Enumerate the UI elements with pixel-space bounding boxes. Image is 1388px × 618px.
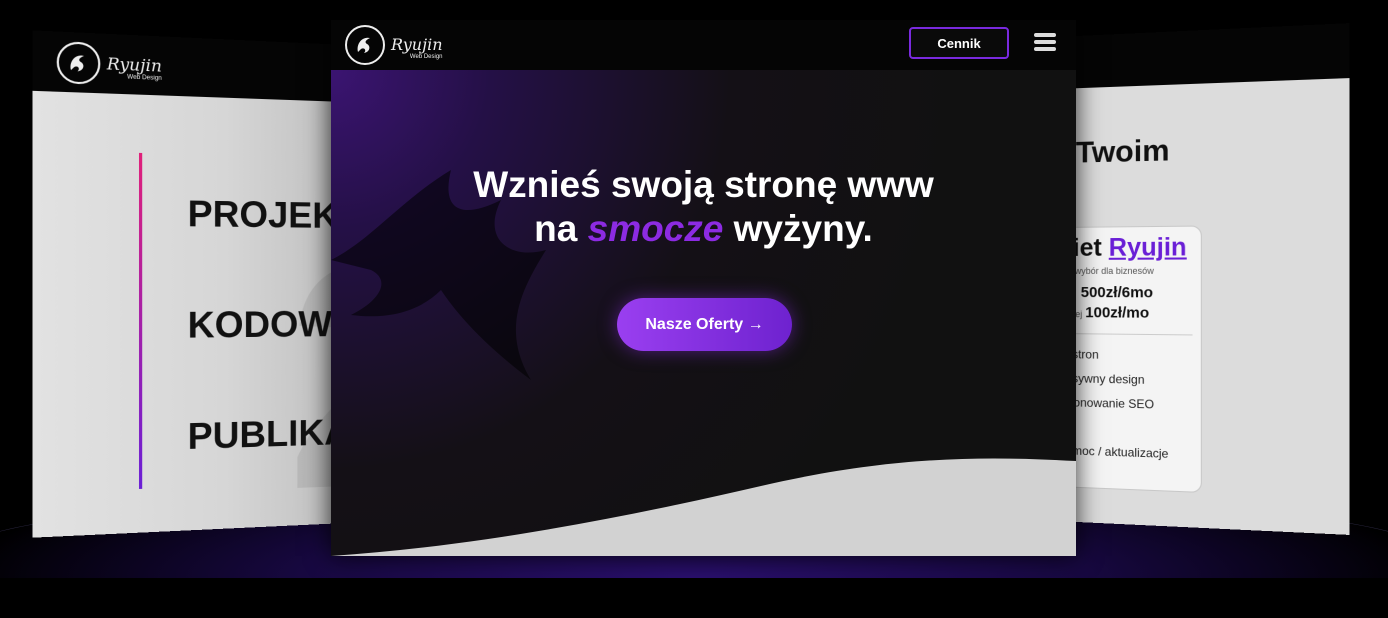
offer-price-first: 500zł/6mo [1080,284,1154,302]
section-heading: Twoim [1075,133,1170,170]
step-project: PROJEK [187,192,339,236]
arrow-right-icon: → [747,315,764,333]
left-mockup: Ryujin Web Design 2 PROJEK KODOW PUBLIKA [32,30,346,538]
step-code: KODOW [187,303,333,346]
dragon-logo-icon [345,25,385,65]
logo-name: Ryujin [391,35,443,54]
headline-line2: na smocze wyżyny. [534,208,873,249]
pricing-button[interactable]: Cennik [909,27,1009,59]
timeline-line [139,152,143,489]
offer-divider [1058,333,1193,336]
dragon-logo-icon [56,40,101,85]
center-mockup: Wznieś swoją stronę www na smocze wyżyny… [331,20,1076,556]
hamburger-menu-icon[interactable] [1034,33,1056,51]
offer-brand-link[interactable]: Ryujin [1109,233,1187,262]
step-publish: PUBLIKA [187,410,346,458]
center-header: Ryujin Web Design Cennik [331,20,1076,70]
hero-section: Wznieś swoją stronę www na smocze wyżyny… [331,70,1076,556]
offer-title: kiet Ryujin [1058,232,1187,262]
right-mockup: Twoim kiet Ryujin szy wybór dla biznesów… [1056,23,1350,535]
offers-button[interactable]: Nasze Oferty → [617,298,792,351]
left-header: Ryujin Web Design [32,30,346,102]
left-logo[interactable]: Ryujin Web Design [56,40,162,87]
hero-headline: Wznieś swoją stronę www na smocze wyżyny… [331,163,1076,251]
headline-accent: smocze [587,208,724,249]
logo-tagline: Web Design [409,54,443,60]
center-logo[interactable]: Ryujin Web Design [345,25,443,65]
logo-name: Ryujin [106,53,162,76]
headline-line1: Wznieś swoją stronę www [473,164,934,205]
logo-tagline: Web Design [127,74,162,82]
wave-divider [331,458,1076,556]
right-header [1056,23,1350,89]
offer-card[interactable]: kiet Ryujin szy wybór dla biznesów 500zł… [1056,225,1202,493]
